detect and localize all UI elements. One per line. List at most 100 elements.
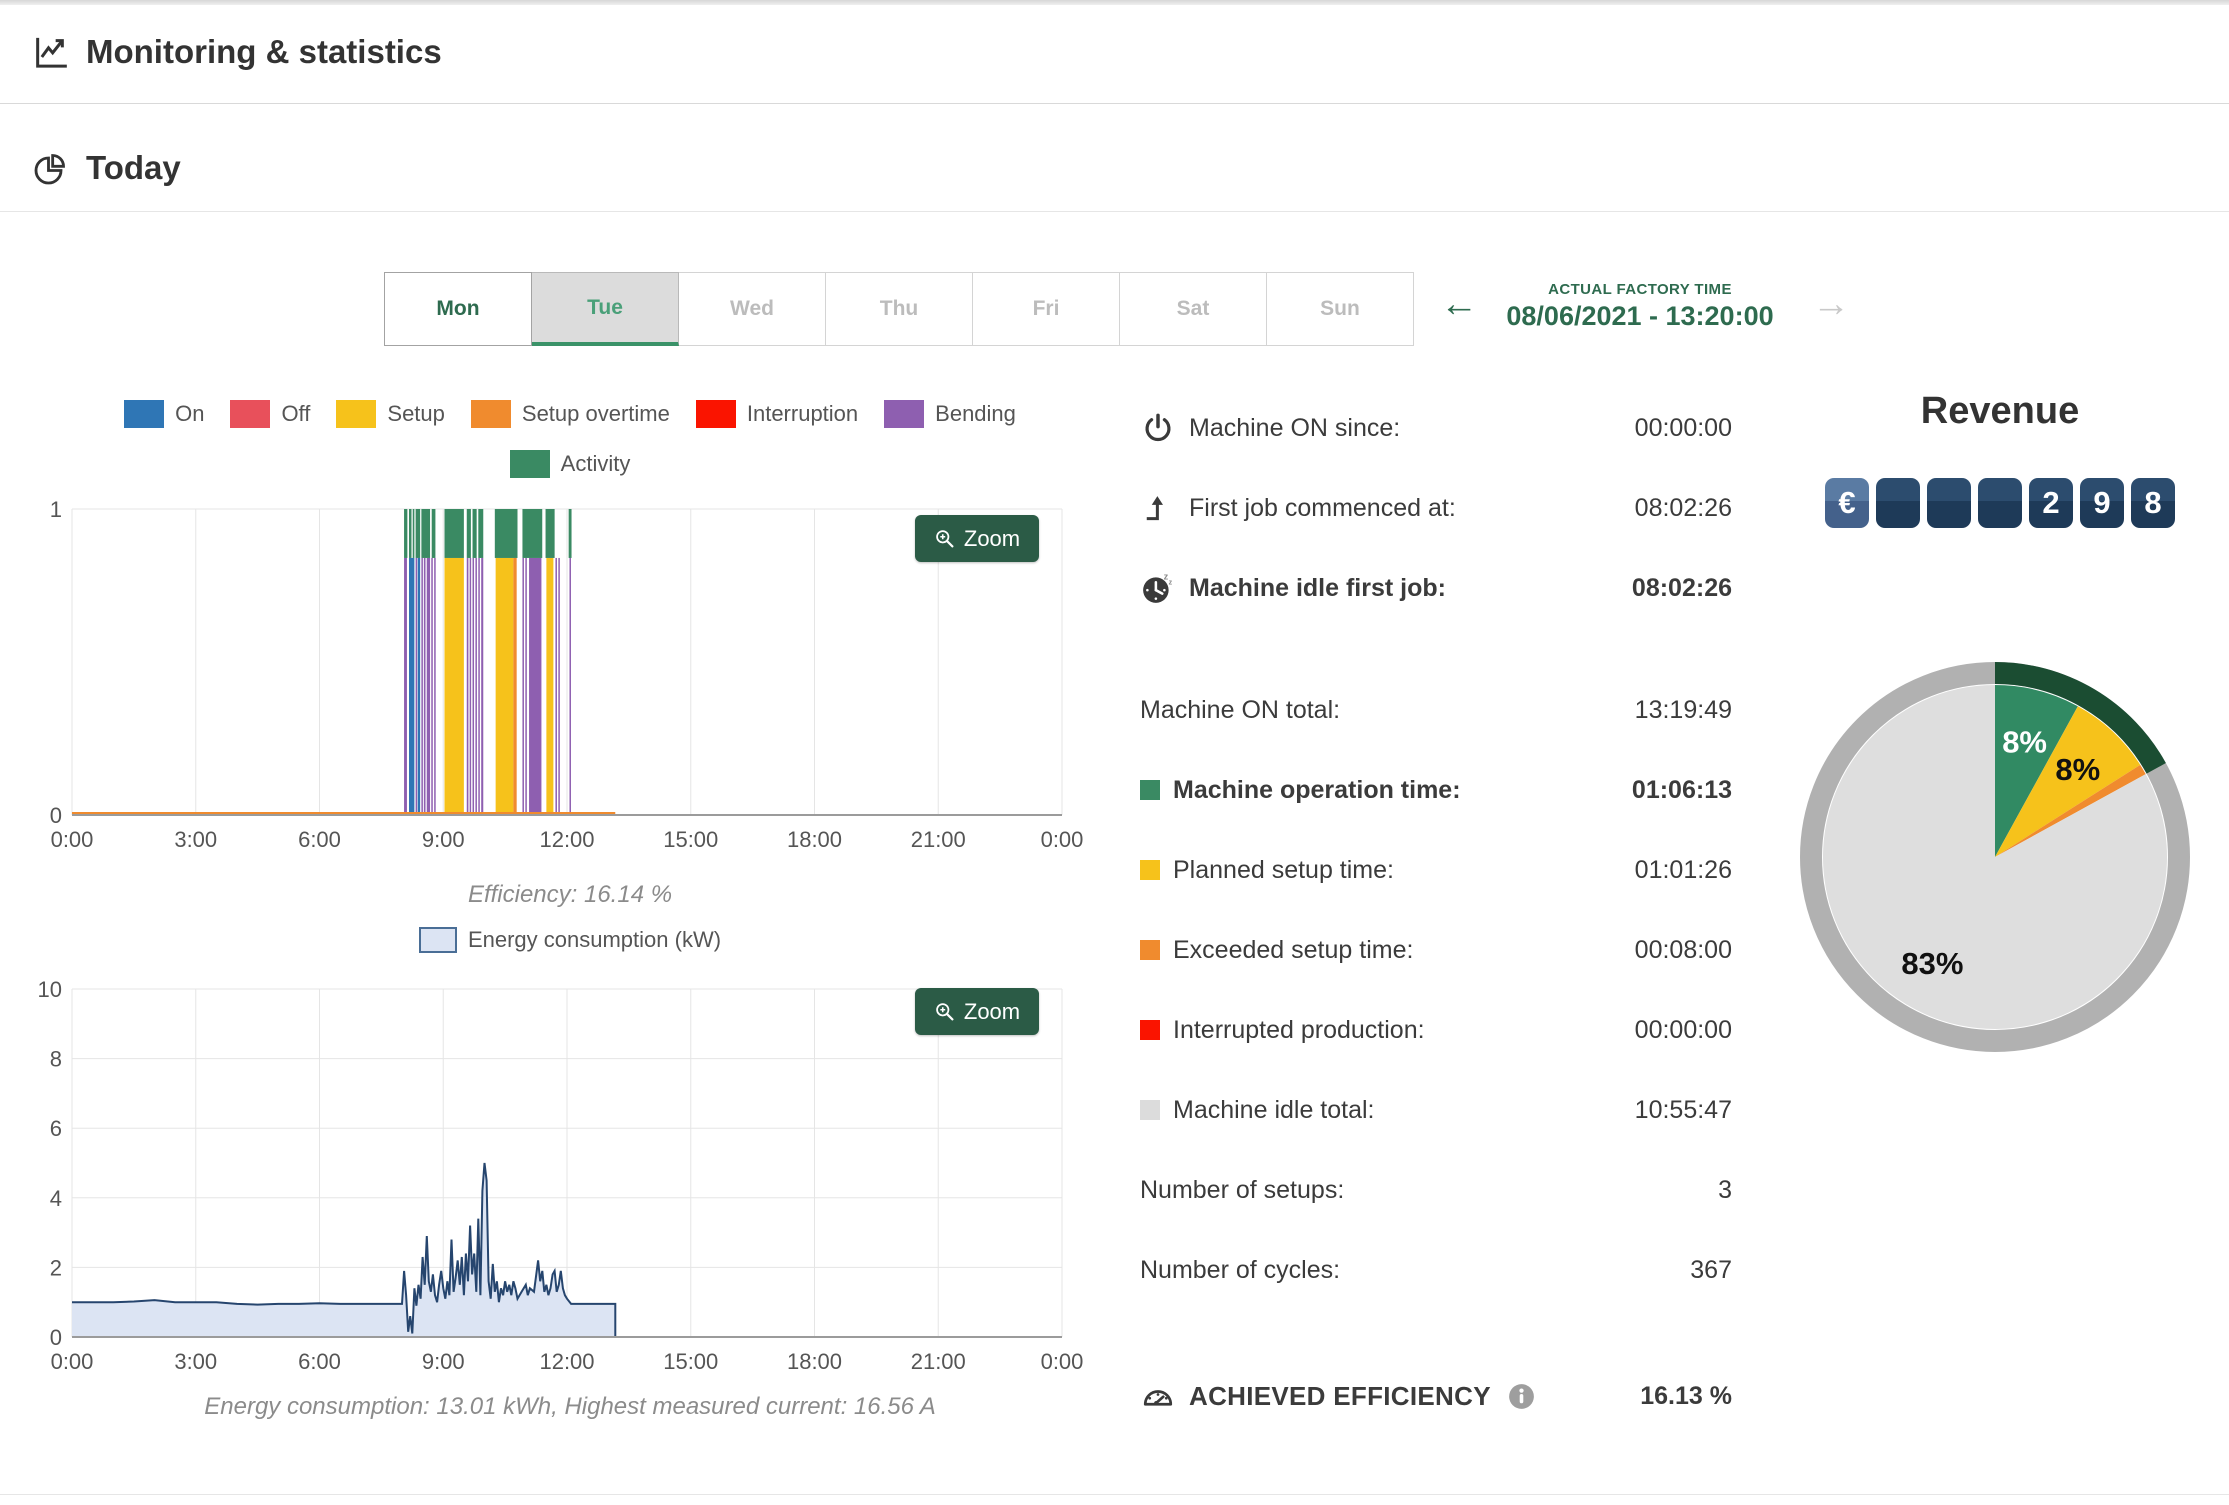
energy-consumption-chart: 0:00 3:00 6:00 9:00 12:00 15:00 18:00 21:00 0:00…	[38, 977, 1084, 1374]
today-section-header: Today	[30, 138, 181, 198]
svg-text:0: 0	[50, 1325, 62, 1350]
legend-item-activity: Activity	[509, 450, 630, 478]
stat-exceeded-setup-time: Exceeded setup time: 00:08:00	[1140, 910, 1732, 990]
svg-text:21:00: 21:00	[911, 827, 966, 852]
day-tabs: Mon Tue Wed Thu Fri Sat Sun	[384, 272, 1414, 346]
on-swatch	[124, 400, 165, 428]
activity-swatch	[509, 450, 550, 478]
info-icon[interactable]	[1508, 1383, 1535, 1410]
svg-text:1: 1	[50, 497, 62, 522]
state-legend-row-2: Activity	[30, 450, 1110, 478]
tab-thu[interactable]: Thu	[825, 272, 973, 346]
tab-fri[interactable]: Fri	[972, 272, 1120, 346]
svg-text:4: 4	[50, 1186, 62, 1211]
zoom-button-label: Zoom	[963, 998, 1021, 1024]
revenue-counter: € 2 9 8	[1790, 478, 2210, 528]
energy-zoom-button[interactable]: Zoom	[915, 988, 1039, 1035]
legend-label: Off	[281, 401, 311, 426]
line-chart-icon	[30, 31, 72, 73]
revenue-title: Revenue	[1920, 390, 2080, 432]
tab-wed[interactable]: Wed	[678, 272, 826, 346]
stat-achieved-efficiency: ACHIEVED EFFICIENCY 16.13 %	[1140, 1356, 1732, 1436]
svg-text:0:00: 0:00	[51, 1349, 94, 1374]
state-legend-row-1: On Off Setup Setup overtime Interruption…	[30, 400, 1110, 428]
svg-text:83%: 83%	[1901, 946, 1963, 981]
legend-item-bending: Bending	[884, 400, 1016, 428]
efficiency-caption: Efficiency: 16.14 %	[467, 881, 673, 908]
pie-chart-icon	[30, 147, 72, 189]
svg-text:8: 8	[50, 1047, 62, 1072]
activity-zoom-button[interactable]: Zoom	[915, 515, 1039, 562]
next-day-arrow[interactable]: →	[1812, 283, 1850, 325]
stat-label: Machine ON since:	[1189, 413, 1401, 442]
tab-sat[interactable]: Sat	[1119, 272, 1267, 346]
svg-text:12:00: 12:00	[539, 1349, 594, 1374]
stats-gap	[1140, 628, 1732, 670]
stat-value: 00:08:00	[1634, 935, 1732, 964]
svg-text:3:00: 3:00	[174, 827, 217, 852]
stat-value: 00:00:00	[1634, 1015, 1732, 1044]
svg-text:8%: 8%	[2002, 725, 2047, 760]
top-shadow-strip	[0, 0, 2229, 5]
tab-mon[interactable]: Mon	[384, 272, 532, 346]
svg-text:6: 6	[50, 1116, 62, 1141]
stat-number-of-cycles: Number of cycles: 367	[1140, 1230, 1732, 1310]
legend-label: Interruption	[746, 401, 859, 426]
actual-factory-time: ACTUAL FACTORY TIME 08/06/2021 - 13:20:0…	[1478, 281, 1802, 332]
stat-value: 367	[1690, 1255, 1732, 1284]
svg-text:18:00: 18:00	[787, 1349, 842, 1374]
stat-value: 01:06:13	[1631, 775, 1732, 804]
tab-sun[interactable]: Sun	[1266, 272, 1414, 346]
svg-text:6:00: 6:00	[298, 1349, 341, 1374]
setup-swatch	[336, 400, 377, 428]
svg-text:18:00: 18:00	[787, 827, 842, 852]
revenue-digit-tile: 8	[2131, 478, 2175, 528]
factory-time-value: 08/06/2021 - 13:20:00	[1506, 301, 1774, 331]
previous-day-arrow[interactable]: ←	[1440, 283, 1478, 325]
legend-item-on: On	[124, 400, 204, 428]
interruption-swatch	[695, 400, 736, 428]
power-icon	[1140, 410, 1176, 446]
off-swatch	[230, 400, 271, 428]
stat-label: Number of cycles:	[1140, 1255, 1341, 1284]
stat-label: Machine idle total:	[1173, 1095, 1375, 1124]
stat-interrupted-production: Interrupted production: 00:00:00	[1140, 990, 1732, 1070]
bottom-divider	[0, 1494, 2229, 1495]
section-title: Today	[86, 149, 181, 186]
legend-item-setup: Setup	[336, 400, 445, 428]
tab-tue[interactable]: Tue	[531, 272, 679, 346]
gauge-icon	[1140, 1378, 1176, 1414]
revenue-pie-chart: 8%8% 83%	[1800, 662, 2190, 1052]
svg-text:12:00: 12:00	[539, 827, 594, 852]
stat-label: Interrupted production:	[1173, 1015, 1425, 1044]
first-job-arrow-icon	[1140, 490, 1176, 526]
stat-label: Planned setup time:	[1173, 855, 1394, 884]
revenue-digit-tile	[1978, 478, 2022, 528]
svg-text:15:00: 15:00	[663, 827, 718, 852]
legend-label: Setup	[387, 401, 445, 426]
monitoring-dashboard: Monitoring & statistics Today Mon Tue We…	[0, 0, 2229, 1505]
revenue-digit-tile: 2	[2029, 478, 2073, 528]
stat-value: 01:01:26	[1634, 855, 1732, 884]
stat-label: First job commenced at:	[1189, 493, 1456, 522]
section-divider	[0, 211, 2229, 212]
stat-label: Number of setups:	[1140, 1175, 1345, 1204]
legend-label: Setup overtime	[521, 401, 670, 426]
interrupted-swatch	[1140, 1020, 1160, 1040]
energy-swatch	[418, 927, 457, 953]
zoom-button-label: Zoom	[963, 525, 1021, 551]
svg-text:9:00: 9:00	[422, 827, 465, 852]
idle-clock-icon: zz	[1140, 570, 1176, 606]
stat-value: 13:19:49	[1634, 695, 1732, 724]
operation-time-swatch	[1140, 780, 1160, 800]
svg-text:6:00: 6:00	[298, 827, 341, 852]
stat-value: 08:02:26	[1631, 573, 1732, 602]
svg-text:0: 0	[50, 803, 62, 828]
legend-item-energy: Energy consumption (kW)	[418, 927, 721, 953]
energy-legend: Energy consumption (kW)	[30, 927, 1110, 953]
revenue-digit-tile	[1927, 478, 1971, 528]
idle-total-swatch	[1140, 1100, 1160, 1120]
page-title: Monitoring & statistics	[86, 33, 442, 70]
header-divider	[0, 103, 2229, 104]
revenue-panel: Revenue € 2 9 8 8% 8% 83%	[1790, 390, 2210, 1052]
